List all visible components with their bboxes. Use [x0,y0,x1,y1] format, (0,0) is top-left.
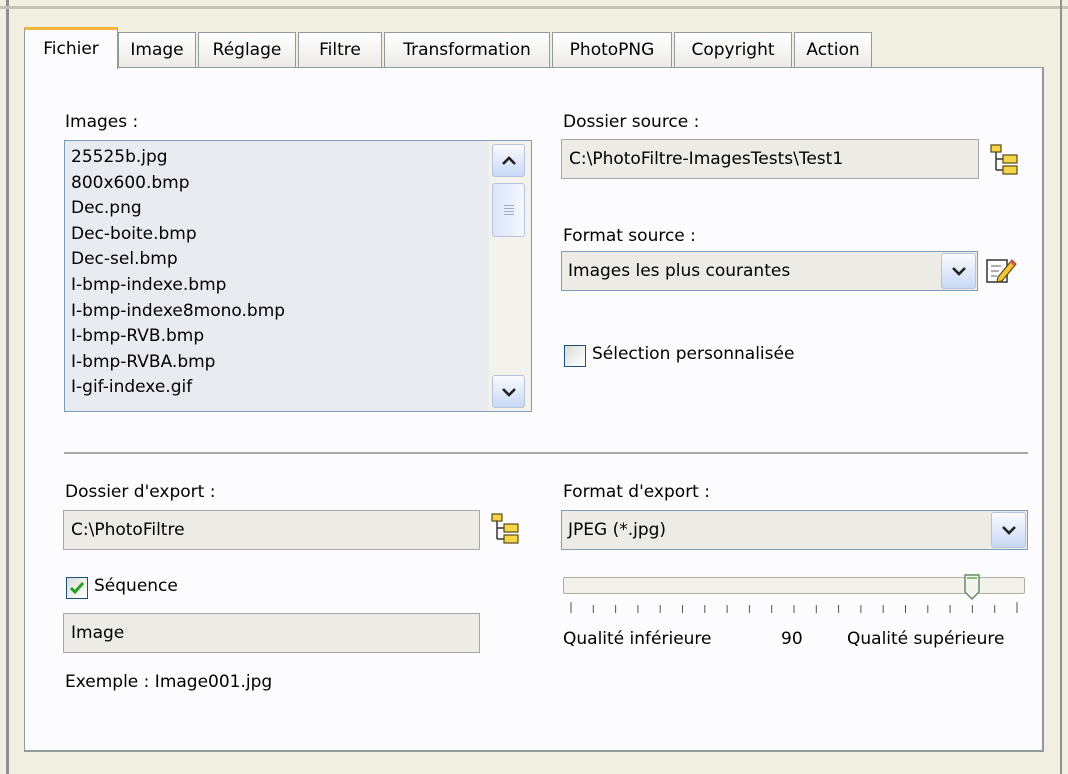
example-text: Exemple : Image001.jpg [65,672,273,692]
list-item[interactable]: Dec.png [71,196,487,222]
tab-photopng[interactable]: PhotoPNG [552,32,672,67]
export-folder-label: Dossier d'export : [65,482,216,502]
custom-selection-checkbox[interactable] [564,345,586,367]
quality-low-label: Qualité inférieure [563,629,712,649]
section-separator [64,452,1028,454]
window-border-left [6,0,9,774]
chevron-down-icon [951,267,966,276]
source-folder-field[interactable]: C:\PhotoFiltre-ImagesTests\Test1 [561,139,979,179]
source-format-select[interactable]: Images les plus courantes [561,251,978,291]
list-item[interactable]: I-bmp-RVB.bmp [71,324,487,350]
list-item[interactable]: Dec-sel.bmp [71,247,487,273]
quality-value: 90 [781,629,803,649]
list-item[interactable]: I-gif-indexe.gif [71,375,487,401]
list-item[interactable]: I-bmp-indexe8mono.bmp [71,299,487,325]
list-item[interactable]: 800x600.bmp [71,171,487,197]
tab-image[interactable]: Image [118,32,196,67]
tab-copyright[interactable]: Copyright [674,32,792,67]
list-item[interactable]: Dec-boite.bmp [71,222,487,248]
folder-tree-icon [491,513,519,544]
custom-selection-label[interactable]: Sélection personnalisée [592,344,794,364]
tab-reglage[interactable]: Réglage [198,32,296,67]
quality-slider-ticks [570,602,1018,613]
scroll-up-button[interactable] [492,144,525,177]
list-item[interactable]: I-bmp-RVBA.bmp [71,350,487,376]
chevron-down-icon [1001,526,1016,535]
browse-export-folder-button[interactable] [489,512,523,544]
quality-slider-track[interactable] [563,577,1025,594]
images-listbox[interactable]: 25525b.jpg 800x600.bmp Dec.png Dec-boite.bm… [64,140,532,412]
window-border-right [1060,0,1062,774]
window-border-top [0,6,1068,9]
checkmark-icon [69,582,85,595]
quality-slider-thumb[interactable] [964,574,981,600]
export-format-value: JPEG (*.jpg) [568,520,667,540]
export-format-select[interactable]: JPEG (*.jpg) [561,510,1028,550]
source-format-label: Format source : [563,226,696,246]
export-format-label: Format d'export : [563,482,710,502]
sequence-label[interactable]: Séquence [94,576,178,596]
scroll-thumb[interactable] [492,183,525,237]
browse-source-folder-button[interactable] [988,143,1022,175]
export-folder-field[interactable]: C:\PhotoFiltre [63,510,480,550]
source-format-value: Images les plus courantes [568,261,791,281]
tab-filtre[interactable]: Filtre [298,32,382,67]
images-list-items: 25525b.jpg 800x600.bmp Dec.png Dec-boite.bm… [71,145,487,401]
tab-transformation[interactable]: Transformation [384,32,550,67]
edit-source-format-button[interactable] [984,255,1018,287]
folder-tree-icon [990,144,1018,175]
images-label: Images : [65,112,139,132]
images-scrollbar[interactable] [488,141,531,411]
quality-high-label: Qualité supérieure [847,629,1005,649]
export-format-dropdown-button[interactable] [991,512,1026,548]
tab-action[interactable]: Action [794,32,872,67]
source-folder-label: Dossier source : [563,112,700,132]
source-format-dropdown-button[interactable] [941,253,976,289]
tab-fichier[interactable]: Fichier [24,27,118,69]
sequence-prefix-field[interactable]: Image [63,613,480,653]
list-item[interactable]: I-bmp-indexe.bmp [71,273,487,299]
chevron-down-icon [501,387,516,397]
chevron-up-icon [501,155,516,165]
sequence-checkbox[interactable] [66,577,88,599]
scroll-down-button[interactable] [492,375,525,408]
edit-pencil-icon [986,259,1017,283]
list-item[interactable]: 25525b.jpg [71,145,487,171]
